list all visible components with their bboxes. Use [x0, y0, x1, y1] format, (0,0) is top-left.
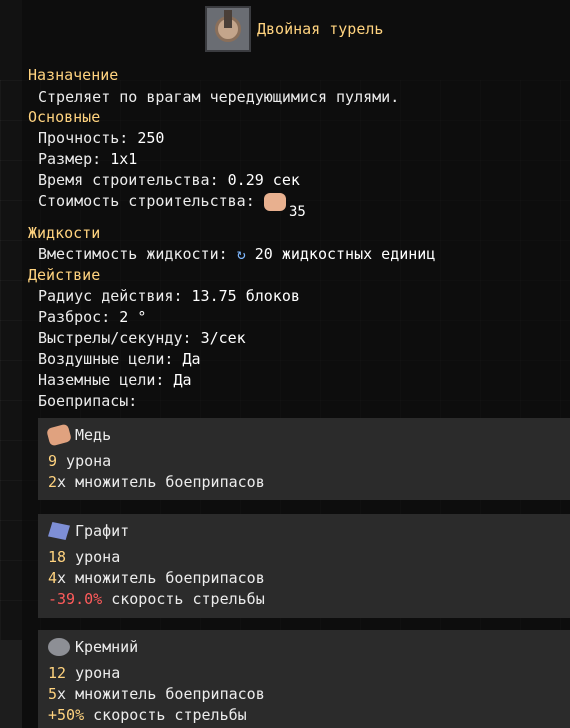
background-edge [0, 640, 22, 728]
section-liquids: Жидкости [28, 224, 101, 242]
block-header: Двойная турель [205, 6, 383, 52]
block-title: Двойная турель [257, 20, 384, 38]
stat-ground-targets: Наземные цели: Да [38, 371, 192, 389]
section-action: Действие [28, 266, 101, 284]
stat-range: Радиус действия: 13.75 блоков [38, 287, 300, 305]
ammo-name: Кремний [75, 638, 139, 656]
ammo-card-silicon: Кремний 12 урона 5x множитель боеприпасо… [38, 630, 570, 728]
copper-icon [263, 192, 286, 211]
build-cost-count: 35 [289, 204, 306, 220]
copper-icon [46, 423, 72, 447]
stat-inaccuracy: Разброс: 2 ° [38, 308, 147, 326]
section-general: Основные [28, 108, 101, 126]
silicon-icon [48, 638, 70, 656]
stat-build-time: Время строительства: 0.29 сек [38, 171, 300, 189]
ammo-name: Графит [75, 522, 130, 540]
ammo-fire-rate: -39.0% скорость стрельбы [48, 590, 265, 608]
ammo-multiplier: 5x множитель боеприпасов [48, 685, 265, 703]
ammo-card-graphite: Графит 18 урона 4x множитель боеприпасов… [38, 514, 570, 618]
liquid-icon: ↻ [236, 245, 246, 263]
graphite-icon [48, 522, 70, 540]
ammo-name: Медь [75, 426, 112, 444]
stat-liquid-capacity: Вместимость жидкости: ↻ 20 жидкостных ед… [38, 245, 436, 263]
ammo-damage: 12 урона [48, 664, 121, 682]
duo-turret-icon [205, 6, 251, 52]
ammo-multiplier: 2x множитель боеприпасов [48, 473, 265, 491]
ammo-multiplier: 4x множитель боеприпасов [48, 569, 265, 587]
stat-size: Размер: 1x1 [38, 150, 138, 168]
stat-shots: Выстрелы/секунду: 3/сек [38, 329, 246, 347]
stat-ammo-label: Боеприпасы: [38, 392, 138, 410]
section-purpose: Назначение [28, 66, 119, 84]
stat-durability: Прочность: 250 [38, 129, 165, 147]
ammo-damage: 18 урона [48, 548, 121, 566]
ammo-damage: 9 урона [48, 452, 112, 470]
stat-build-cost: Стоимость строительства: [38, 192, 286, 211]
ammo-fire-rate: +50% скорость стрельбы [48, 706, 247, 724]
stat-air-targets: Воздушные цели: Да [38, 350, 201, 368]
ammo-card-copper: Медь 9 урона 2x множитель боеприпасов [38, 418, 570, 500]
description: Стреляет по врагам чередующимися пулями. [38, 88, 400, 106]
